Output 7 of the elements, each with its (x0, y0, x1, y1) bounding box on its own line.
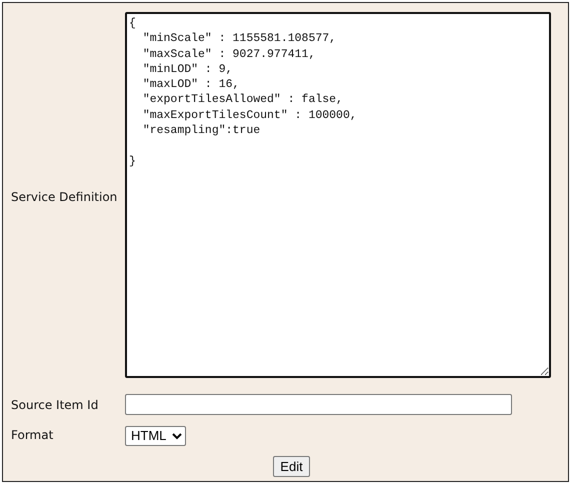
format-dropdown[interactable]: HTML (125, 426, 186, 446)
field-label: Service Definition (10, 190, 118, 204)
field-label: Source Item Id (10, 398, 100, 412)
service-definition-field[interactable]: { "minScale" : 1155581.108577, "maxScale" : 9027.977411, "minLOD" : 9, "maxLOD" : 16, "exportTilesAllowed" : false, "maxExportTilesCount" : 100000, "resampling":true } (125, 12, 551, 378)
source-item-id-field[interactable] (125, 394, 512, 415)
field-label: Format (10, 428, 54, 442)
edit-button[interactable]: Edit (273, 456, 310, 476)
